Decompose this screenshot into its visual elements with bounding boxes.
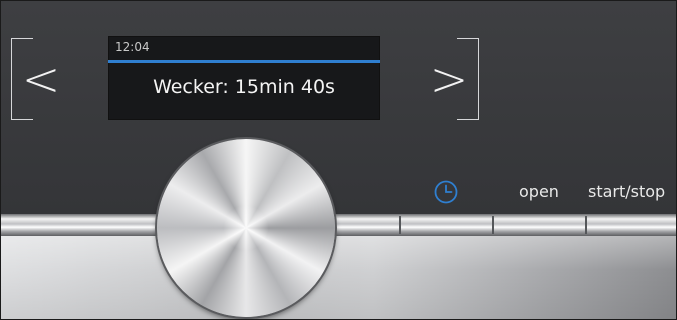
- rail-separator: [585, 216, 587, 234]
- status-display: 12:04 Wecker: 15min 40s: [108, 36, 380, 120]
- rotary-selector-knob[interactable]: [157, 139, 335, 317]
- next-button[interactable]: >: [419, 38, 479, 120]
- start-stop-button[interactable]: start/stop: [588, 182, 665, 201]
- rail-separator: [492, 216, 494, 234]
- rail-separator: [399, 216, 401, 234]
- previous-button[interactable]: <: [11, 38, 71, 120]
- timer-button[interactable]: [433, 179, 459, 205]
- clock-icon: [434, 180, 458, 204]
- chevron-left-icon: <: [21, 52, 61, 106]
- timer-message: Wecker: 15min 40s: [153, 76, 335, 98]
- clock-readout: 12:04: [115, 40, 150, 54]
- chevron-right-icon: >: [429, 52, 469, 106]
- chrome-trim-rail: [1, 214, 676, 236]
- open-button[interactable]: open: [519, 182, 559, 201]
- door-reflection: [1, 236, 676, 319]
- display-accent-rule: [108, 60, 380, 63]
- oven-control-panel: < 12:04 Wecker: 15min 40s > open start/s…: [0, 0, 677, 320]
